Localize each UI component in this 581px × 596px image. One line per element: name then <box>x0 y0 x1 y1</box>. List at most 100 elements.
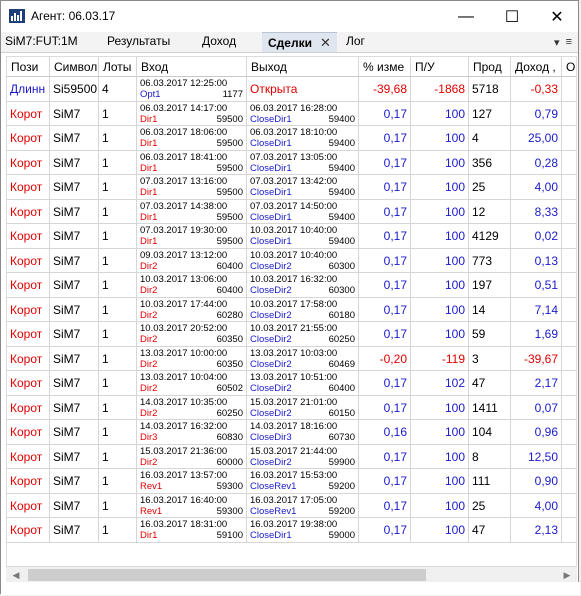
duration-cell: 111 <box>469 469 511 494</box>
app-chart-icon <box>9 9 25 23</box>
column-header[interactable]: Доход , <box>511 57 562 77</box>
agent-window: Агент: 06.03.17 — ☐ ✕ SiM7:FUT:1M Резуль… <box>0 0 580 595</box>
profit-loss-cell: 100 <box>411 444 469 469</box>
table-row[interactable]: Корот SiM7 1 06.03.2017 18:06:00 Dir1 59500 06… <box>7 126 576 151</box>
position-cell: Корот <box>7 420 50 445</box>
column-header[interactable]: П/У <box>411 57 469 77</box>
table-row[interactable]: Корот SiM7 1 14.03.2017 10:35:00 Dir2 60250 15… <box>7 395 576 420</box>
dropdown-menu-icon[interactable]: ▾ <box>554 36 560 49</box>
position-cell: Длинн <box>7 77 50 102</box>
table-row[interactable]: Корот SiM7 1 10.03.2017 20:52:00 Dir2 60350 10… <box>7 322 576 347</box>
entry-signal-name: Dir2 <box>140 383 158 394</box>
entry-cell: 14.03.2017 10:35:00 Dir2 60250 <box>137 395 247 420</box>
maximize-button[interactable]: ☐ <box>489 1 535 32</box>
tab-log[interactable]: Лог <box>346 32 365 52</box>
entry-signal-name: Dir1 <box>140 138 158 149</box>
duration-cell: 356 <box>469 150 511 175</box>
column-header[interactable]: Об <box>562 57 576 77</box>
entry-price: 59300 <box>216 505 243 517</box>
income-cell: 0,02 <box>511 224 562 249</box>
exit-cell: Открыта <box>247 77 359 102</box>
position-cell: Корот <box>7 199 50 224</box>
exit-cell: 07.03.2017 13:05:00 CloseDir1 59400 <box>247 150 359 175</box>
column-header[interactable]: % изме <box>359 57 411 77</box>
minimize-button[interactable]: — <box>443 1 489 32</box>
table-row[interactable]: Корот SiM7 1 10.03.2017 17:44:00 Dir2 60280 10… <box>7 297 576 322</box>
table-row[interactable]: Корот SiM7 1 16.03.2017 16:40:00 Rev1 59300 16… <box>7 493 576 518</box>
table-row[interactable]: Корот SiM7 1 06.03.2017 18:41:00 Dir1 59500 07… <box>7 150 576 175</box>
tab-results[interactable]: Результаты <box>107 32 170 52</box>
entry-signal-name: Dir1 <box>140 236 158 247</box>
exit-signal-name: CloseDir2 <box>250 334 292 345</box>
horizontal-scrollbar[interactable]: ◀ ▶ <box>6 566 577 583</box>
entry-cell: 09.03.2017 13:12:00 Dir2 60400 <box>137 248 247 273</box>
scrollbar-thumb[interactable] <box>28 569 426 581</box>
table-row[interactable]: Корот SiM7 1 07.03.2017 14:38:00 Dir1 59500 07… <box>7 199 576 224</box>
table-row[interactable]: Корот SiM7 1 07.03.2017 19:30:00 Dir1 59500 10… <box>7 224 576 249</box>
exit-cell: 10.03.2017 17:58:00 CloseDir2 60180 <box>247 297 359 322</box>
table-row[interactable]: Корот SiM7 1 06.03.2017 14:17:00 Dir1 59500 06… <box>7 101 576 126</box>
table-row[interactable]: Корот SiM7 1 16.03.2017 18:31:00 Dir1 59100 16… <box>7 518 576 543</box>
entry-cell: 16.03.2017 13:57:00 Rev1 59300 <box>137 469 247 494</box>
lots-cell: 4 <box>99 77 137 102</box>
volume-cell <box>562 126 576 151</box>
profit-loss-cell: 100 <box>411 395 469 420</box>
exit-signal-name: CloseDir2 <box>250 456 292 468</box>
table-row[interactable]: Корот SiM7 1 09.03.2017 13:12:00 Dir2 60400 10… <box>7 248 576 273</box>
table-row[interactable]: Корот SiM7 1 15.03.2017 21:36:00 Dir2 60000 15… <box>7 444 576 469</box>
status-strip <box>1 582 580 595</box>
volume-cell <box>562 322 576 347</box>
entry-cell: 07.03.2017 13:16:00 Dir1 59500 <box>137 175 247 200</box>
profit-loss-cell: -1868 <box>411 77 469 102</box>
entry-signal-name: Rev1 <box>140 481 163 492</box>
position-cell: Корот <box>7 469 50 494</box>
percent-change-cell: 0,17 <box>359 175 411 200</box>
symbol-cell: SiM7 <box>50 273 99 298</box>
table-row[interactable]: Корот SiM7 1 16.03.2017 13:57:00 Rev1 59300 16… <box>7 469 576 494</box>
tab-income[interactable]: Доход <box>202 32 236 52</box>
entry-price: 59500 <box>216 138 243 149</box>
exit-price: 59400 <box>328 187 355 198</box>
tab-close-icon[interactable]: ✕ <box>320 35 331 50</box>
list-menu-icon[interactable]: ≡ <box>566 36 572 48</box>
percent-change-cell: 0,17 <box>359 297 411 322</box>
column-header[interactable]: Прод <box>469 57 511 77</box>
table-row[interactable]: Корот SiM7 1 07.03.2017 13:16:00 Dir1 59500 07… <box>7 175 576 200</box>
symbol-cell: SiM7 <box>50 444 99 469</box>
entry-datetime: 16.03.2017 18:31:00 <box>140 519 228 530</box>
column-header[interactable]: Символ <box>50 57 99 77</box>
scroll-left-icon[interactable]: ◀ <box>8 567 24 583</box>
percent-change-cell: 0,17 <box>359 126 411 151</box>
table-row[interactable]: Корот SiM7 1 13.03.2017 10:00:00 Dir2 60350 13… <box>7 346 576 371</box>
entry-datetime: 06.03.2017 18:06:00 <box>140 127 228 138</box>
column-header[interactable]: Пози <box>7 57 50 77</box>
exit-cell: 10.03.2017 16:32:00 CloseDir2 60300 <box>247 273 359 298</box>
percent-change-cell: 0,17 <box>359 248 411 273</box>
table-row[interactable]: Корот SiM7 1 13.03.2017 10:04:00 Dir2 60502 13… <box>7 371 576 396</box>
table-row[interactable]: Длинн Si59500 4 06.03.2017 12:25:00 Opt1 1177… <box>7 77 576 102</box>
symbol-cell: SiM7 <box>50 224 99 249</box>
profit-loss-cell: 100 <box>411 224 469 249</box>
exit-cell: 10.03.2017 21:55:00 CloseDir2 60250 <box>247 322 359 347</box>
table-row[interactable]: Корот SiM7 1 14.03.2017 16:32:00 Dir3 60830 14… <box>7 420 576 445</box>
profit-loss-cell: 100 <box>411 199 469 224</box>
entry-signal-name: Opt1 <box>140 89 161 100</box>
scroll-right-icon[interactable]: ▶ <box>559 567 575 583</box>
entry-signal-name: Rev1 <box>140 505 163 517</box>
window-title: Агент: 06.03.17 <box>31 9 116 23</box>
profit-loss-cell: 100 <box>411 493 469 518</box>
entry-cell: 06.03.2017 12:25:00 Opt1 1177 <box>137 77 247 102</box>
close-button[interactable]: ✕ <box>534 1 580 32</box>
tab-deals[interactable]: Сделки ✕ <box>262 32 337 52</box>
column-header[interactable]: Вход <box>137 57 247 77</box>
income-cell: 2,13 <box>511 518 562 543</box>
percent-change-cell: 0,17 <box>359 322 411 347</box>
symbol-cell: SiM7 <box>50 101 99 126</box>
entry-price: 59500 <box>216 236 243 247</box>
entry-signal-name: Dir2 <box>140 456 158 468</box>
tab-symbol[interactable]: SiM7:FUT:1M <box>5 32 78 52</box>
column-header[interactable]: Лоты <box>99 57 137 77</box>
column-header[interactable]: Выход <box>247 57 359 77</box>
table-row[interactable]: Корот SiM7 1 10.03.2017 13:06:00 Dir2 60400 10… <box>7 273 576 298</box>
exit-price: 59400 <box>328 138 355 149</box>
